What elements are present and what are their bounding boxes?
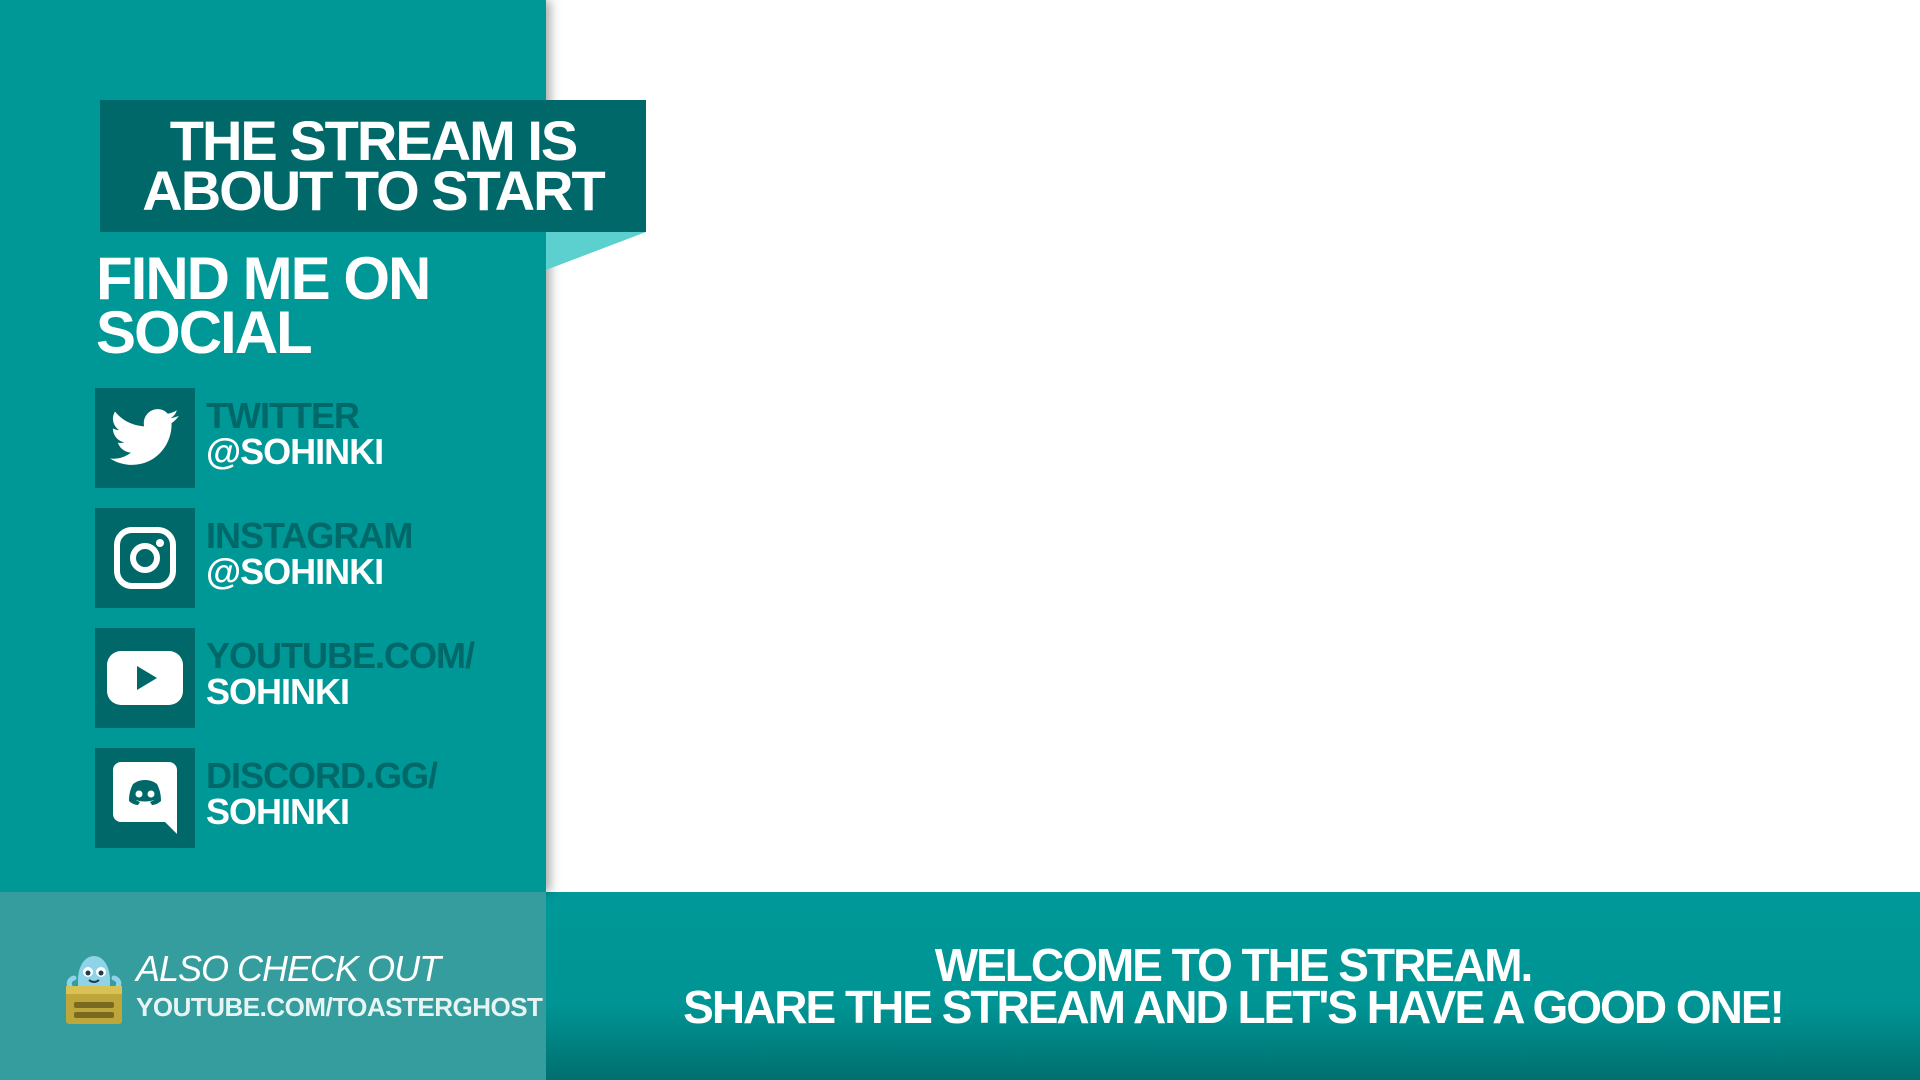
welcome-line-2: SHARE THE STREAM AND LET'S HAVE A GOOD O… (683, 981, 1785, 1033)
youtube-text: YOUTUBE.COM/ SOHINKI (206, 635, 475, 712)
toaster-ghost-icon (64, 942, 124, 1031)
social-heading-line-1: FIND ME ON (96, 245, 431, 312)
youtube-platform-label: YOUTUBE.COM/ (206, 635, 475, 676)
twitter-text: TWITTER @SOHINKI (206, 395, 384, 472)
youtube-handle: SOHINKI (206, 671, 350, 712)
social-item-youtube: YOUTUBE.COM/ SOHINKI (95, 628, 555, 728)
twitter-platform-label: TWITTER (206, 395, 360, 436)
welcome-bar: WELCOME TO THE STREAM. SHARE THE STREAM … (546, 892, 1920, 1080)
stream-starting-banner: THE STREAM IS ABOUT TO START (100, 100, 646, 232)
youtube-icon (95, 628, 195, 728)
social-item-instagram: INSTAGRAM @SOHINKI (95, 508, 555, 608)
banner-line-2: ABOUT TO START (142, 159, 605, 222)
social-item-twitter: TWITTER @SOHINKI (95, 388, 555, 488)
social-item-discord: DISCORD.GG/ SOHINKI (95, 748, 555, 848)
instagram-icon (95, 508, 195, 608)
promo-channel-link: YOUTUBE.COM/TOASTERGHOST (136, 992, 543, 1022)
promo-box: ALSO CHECK OUT YOUTUBE.COM/TOASTERGHOST (0, 892, 546, 1080)
social-heading: FIND ME ON SOCIAL (96, 245, 431, 366)
welcome-line-1: WELCOME TO THE STREAM. (934, 939, 1534, 991)
instagram-text: INSTAGRAM @SOHINKI (206, 515, 413, 592)
banner-fold-decoration (546, 232, 646, 270)
instagram-platform-label: INSTAGRAM (206, 515, 413, 556)
social-heading-line-2: SOCIAL (96, 299, 313, 366)
twitter-icon (95, 388, 195, 488)
instagram-handle: @SOHINKI (206, 551, 384, 592)
discord-icon (95, 748, 195, 848)
discord-platform-label: DISCORD.GG/ (206, 755, 438, 796)
twitter-handle: @SOHINKI (206, 431, 384, 472)
promo-heading: ALSO CHECK OUT (136, 948, 441, 989)
discord-text: DISCORD.GG/ SOHINKI (206, 755, 438, 832)
discord-handle: SOHINKI (206, 791, 350, 832)
